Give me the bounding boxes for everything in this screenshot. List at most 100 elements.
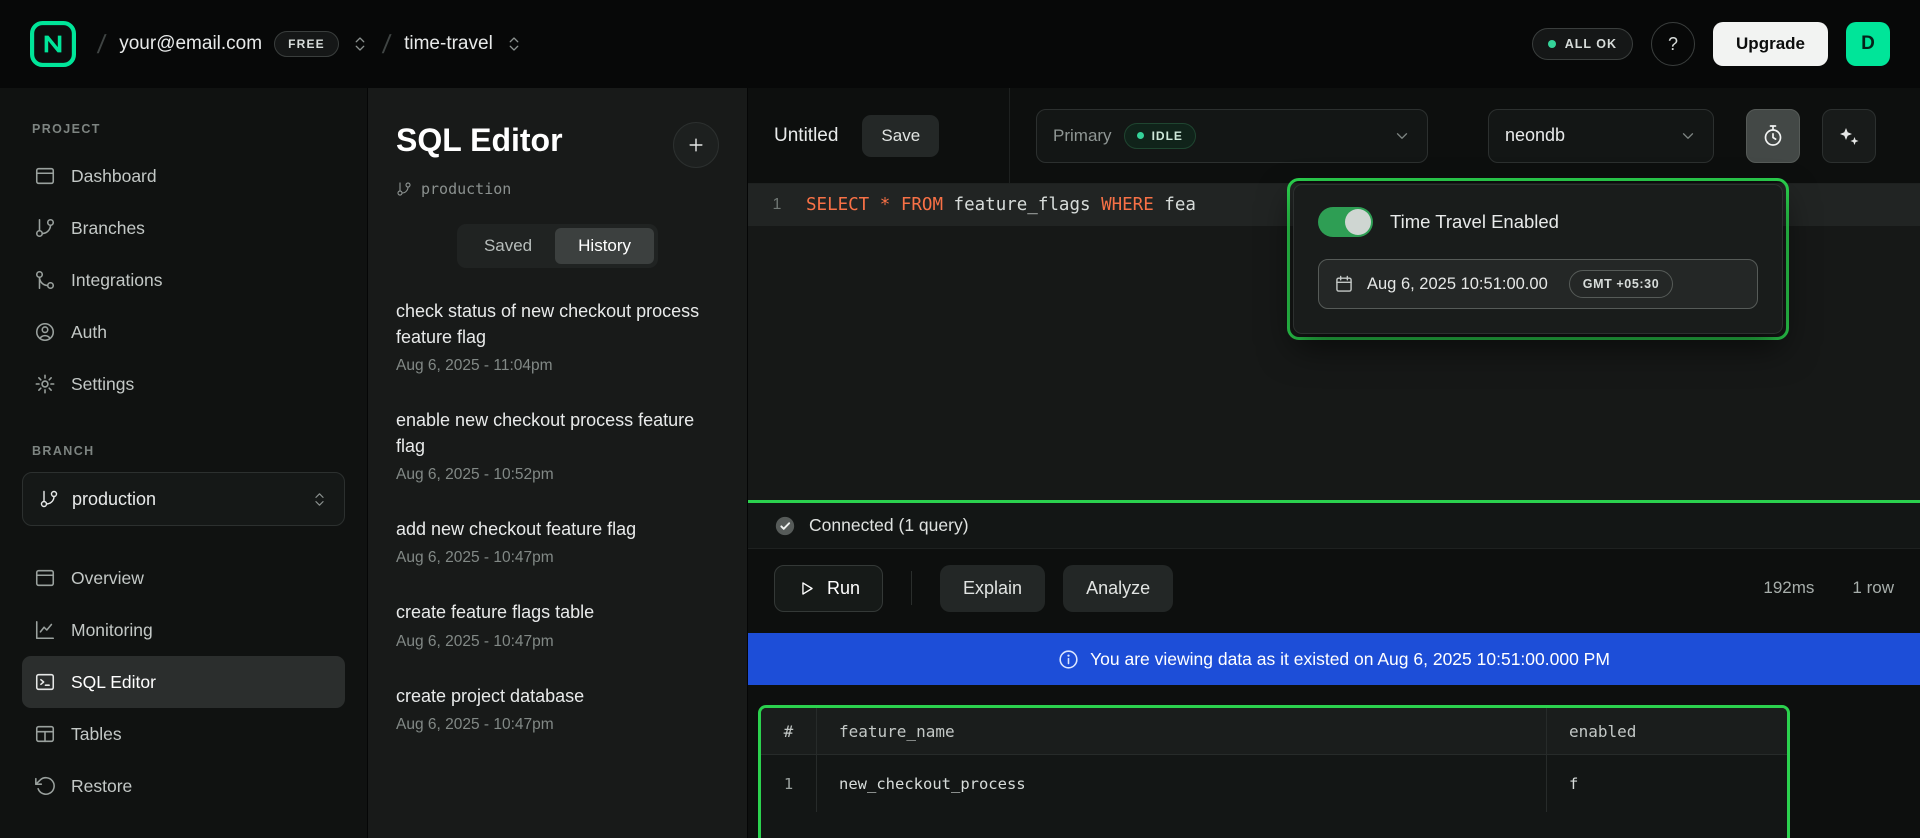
sidebar: PROJECT Dashboard Branches Integrations … <box>0 88 368 838</box>
sidebar-item-auth[interactable]: Auth <box>22 306 345 358</box>
sidebar-item-settings[interactable]: Settings <box>22 358 345 410</box>
code-editor[interactable]: 1 SELECT * FROM feature_flags WHERE fea … <box>748 184 1920 500</box>
timezone-badge: GMT +05:30 <box>1569 270 1674 298</box>
history-list: check status of new checkout process fea… <box>368 268 747 796</box>
sidebar-item-label: Overview <box>71 568 144 589</box>
help-button[interactable]: ? <box>1651 22 1695 66</box>
row-count: 1 row <box>1852 578 1894 598</box>
sidebar-item-tables[interactable]: Tables <box>22 708 345 760</box>
plus-icon <box>686 135 706 155</box>
sidebar-item-label: Restore <box>71 776 132 797</box>
sidebar-item-branches[interactable]: Branches <box>22 202 345 254</box>
user-avatar[interactable]: D <box>1846 22 1890 66</box>
editor-toolbar: Untitled Save Primary IDLE neondb <box>748 88 1920 184</box>
database-selector[interactable]: neondb <box>1488 109 1714 163</box>
time-travel-banner: You are viewing data as it existed on Au… <box>748 633 1920 685</box>
history-item[interactable]: create feature flags table Aug 6, 2025 -… <box>396 599 719 650</box>
results-table: # feature_name enabled 1 new_checkout_pr… <box>758 705 1790 838</box>
project-name: time-travel <box>404 33 493 55</box>
table-cell: f <box>1547 755 1787 812</box>
account-email: your@email.com <box>119 33 262 55</box>
project-breadcrumb[interactable]: time-travel <box>404 33 523 55</box>
saved-history-tabs: Saved History <box>457 224 658 268</box>
analyze-button[interactable]: Analyze <box>1063 565 1173 612</box>
tab-saved[interactable]: Saved <box>461 228 555 264</box>
history-item[interactable]: check status of new checkout process fea… <box>396 298 719 375</box>
time-travel-label: Time Travel Enabled <box>1390 211 1559 233</box>
save-button[interactable]: Save <box>862 115 939 157</box>
divider <box>911 571 912 605</box>
column-header: enabled <box>1547 708 1787 754</box>
upgrade-button[interactable]: Upgrade <box>1713 22 1828 66</box>
status-dot-icon <box>1548 40 1556 48</box>
table-cell: new_checkout_process <box>817 755 1547 812</box>
sidebar-item-dashboard[interactable]: Dashboard <box>22 150 345 202</box>
branches-icon <box>34 217 56 239</box>
time-travel-button[interactable] <box>1746 109 1800 163</box>
line-number: 1 <box>748 196 806 214</box>
sidebar-item-overview[interactable]: Overview <box>22 552 345 604</box>
panel-branch-name: production <box>421 180 511 198</box>
history-item[interactable]: enable new checkout process feature flag… <box>396 407 719 484</box>
table-cell: 1 <box>761 755 817 812</box>
tab-history[interactable]: History <box>555 228 654 264</box>
compute-name: Primary <box>1053 126 1112 146</box>
history-item-title: add new checkout feature flag <box>396 516 719 542</box>
sidebar-item-label: SQL Editor <box>71 672 156 693</box>
sidebar-item-restore[interactable]: Restore <box>22 760 345 812</box>
history-item-timestamp: Aug 6, 2025 - 10:47pm <box>396 716 719 734</box>
chevron-updown-icon <box>505 35 523 53</box>
info-icon <box>1058 649 1079 670</box>
results-area: # feature_name enabled 1 new_checkout_pr… <box>748 685 1920 838</box>
history-item[interactable]: create project database Aug 6, 2025 - 10… <box>396 683 719 734</box>
time-travel-toggle[interactable] <box>1318 207 1373 237</box>
explain-button[interactable]: Explain <box>940 565 1045 612</box>
branch-section-label: BRANCH <box>32 444 345 458</box>
chevron-updown-icon <box>351 35 369 53</box>
new-query-button[interactable] <box>673 122 719 168</box>
branch-selector[interactable]: production <box>22 472 345 526</box>
query-actions-bar: Run Explain Analyze 192ms 1 row <box>748 549 1920 627</box>
sql-query-text: SELECT * FROM feature_flags WHERE fea <box>806 195 1196 215</box>
account-breadcrumb[interactable]: your@email.com FREE <box>119 31 369 57</box>
sidebar-item-label: Monitoring <box>71 620 153 641</box>
history-item-timestamp: Aug 6, 2025 - 10:47pm <box>396 549 719 567</box>
tables-icon <box>34 723 56 745</box>
page-title: SQL Editor <box>396 122 563 159</box>
monitoring-icon <box>34 619 56 641</box>
query-tab-title[interactable]: Untitled <box>774 125 838 147</box>
ai-assist-button[interactable] <box>1822 109 1876 163</box>
status-label: ALL OK <box>1565 37 1617 51</box>
sidebar-item-label: Auth <box>71 322 107 343</box>
overview-icon <box>34 567 56 589</box>
run-button[interactable]: Run <box>774 565 883 612</box>
time-travel-datetime-input[interactable]: Aug 6, 2025 10:51:00.00 GMT +05:30 <box>1318 259 1758 309</box>
column-header: # <box>761 708 817 754</box>
sidebar-item-label: Branches <box>71 218 145 239</box>
branch-icon <box>39 489 59 509</box>
auth-icon <box>34 321 56 343</box>
calendar-icon <box>1334 274 1354 294</box>
database-name: neondb <box>1505 125 1565 146</box>
play-icon <box>797 579 816 598</box>
history-item[interactable]: add new checkout feature flag Aug 6, 202… <box>396 516 719 567</box>
banner-text: You are viewing data as it existed on Au… <box>1090 649 1610 670</box>
history-item-title: create feature flags table <box>396 599 719 625</box>
sparkles-icon <box>1837 124 1861 148</box>
compute-selector[interactable]: Primary IDLE <box>1036 109 1428 163</box>
status-badge[interactable]: ALL OK <box>1532 28 1633 60</box>
table-header-row: # feature_name enabled <box>761 708 1787 754</box>
neon-logo-icon[interactable] <box>30 21 76 67</box>
history-item-title: check status of new checkout process fea… <box>396 298 719 350</box>
time-travel-popup: Time Travel Enabled Aug 6, 2025 10:51:00… <box>1287 178 1789 340</box>
history-item-timestamp: Aug 6, 2025 - 10:47pm <box>396 633 719 651</box>
sidebar-item-monitoring[interactable]: Monitoring <box>22 604 345 656</box>
run-label: Run <box>827 578 860 599</box>
sidebar-item-label: Tables <box>71 724 122 745</box>
connection-status-text: Connected (1 query) <box>809 515 969 536</box>
sidebar-item-integrations[interactable]: Integrations <box>22 254 345 306</box>
panel-branch: production <box>368 168 747 198</box>
sidebar-item-sql-editor[interactable]: SQL Editor <box>22 656 345 708</box>
history-item-title: enable new checkout process feature flag <box>396 407 719 459</box>
history-item-title: create project database <box>396 683 719 709</box>
